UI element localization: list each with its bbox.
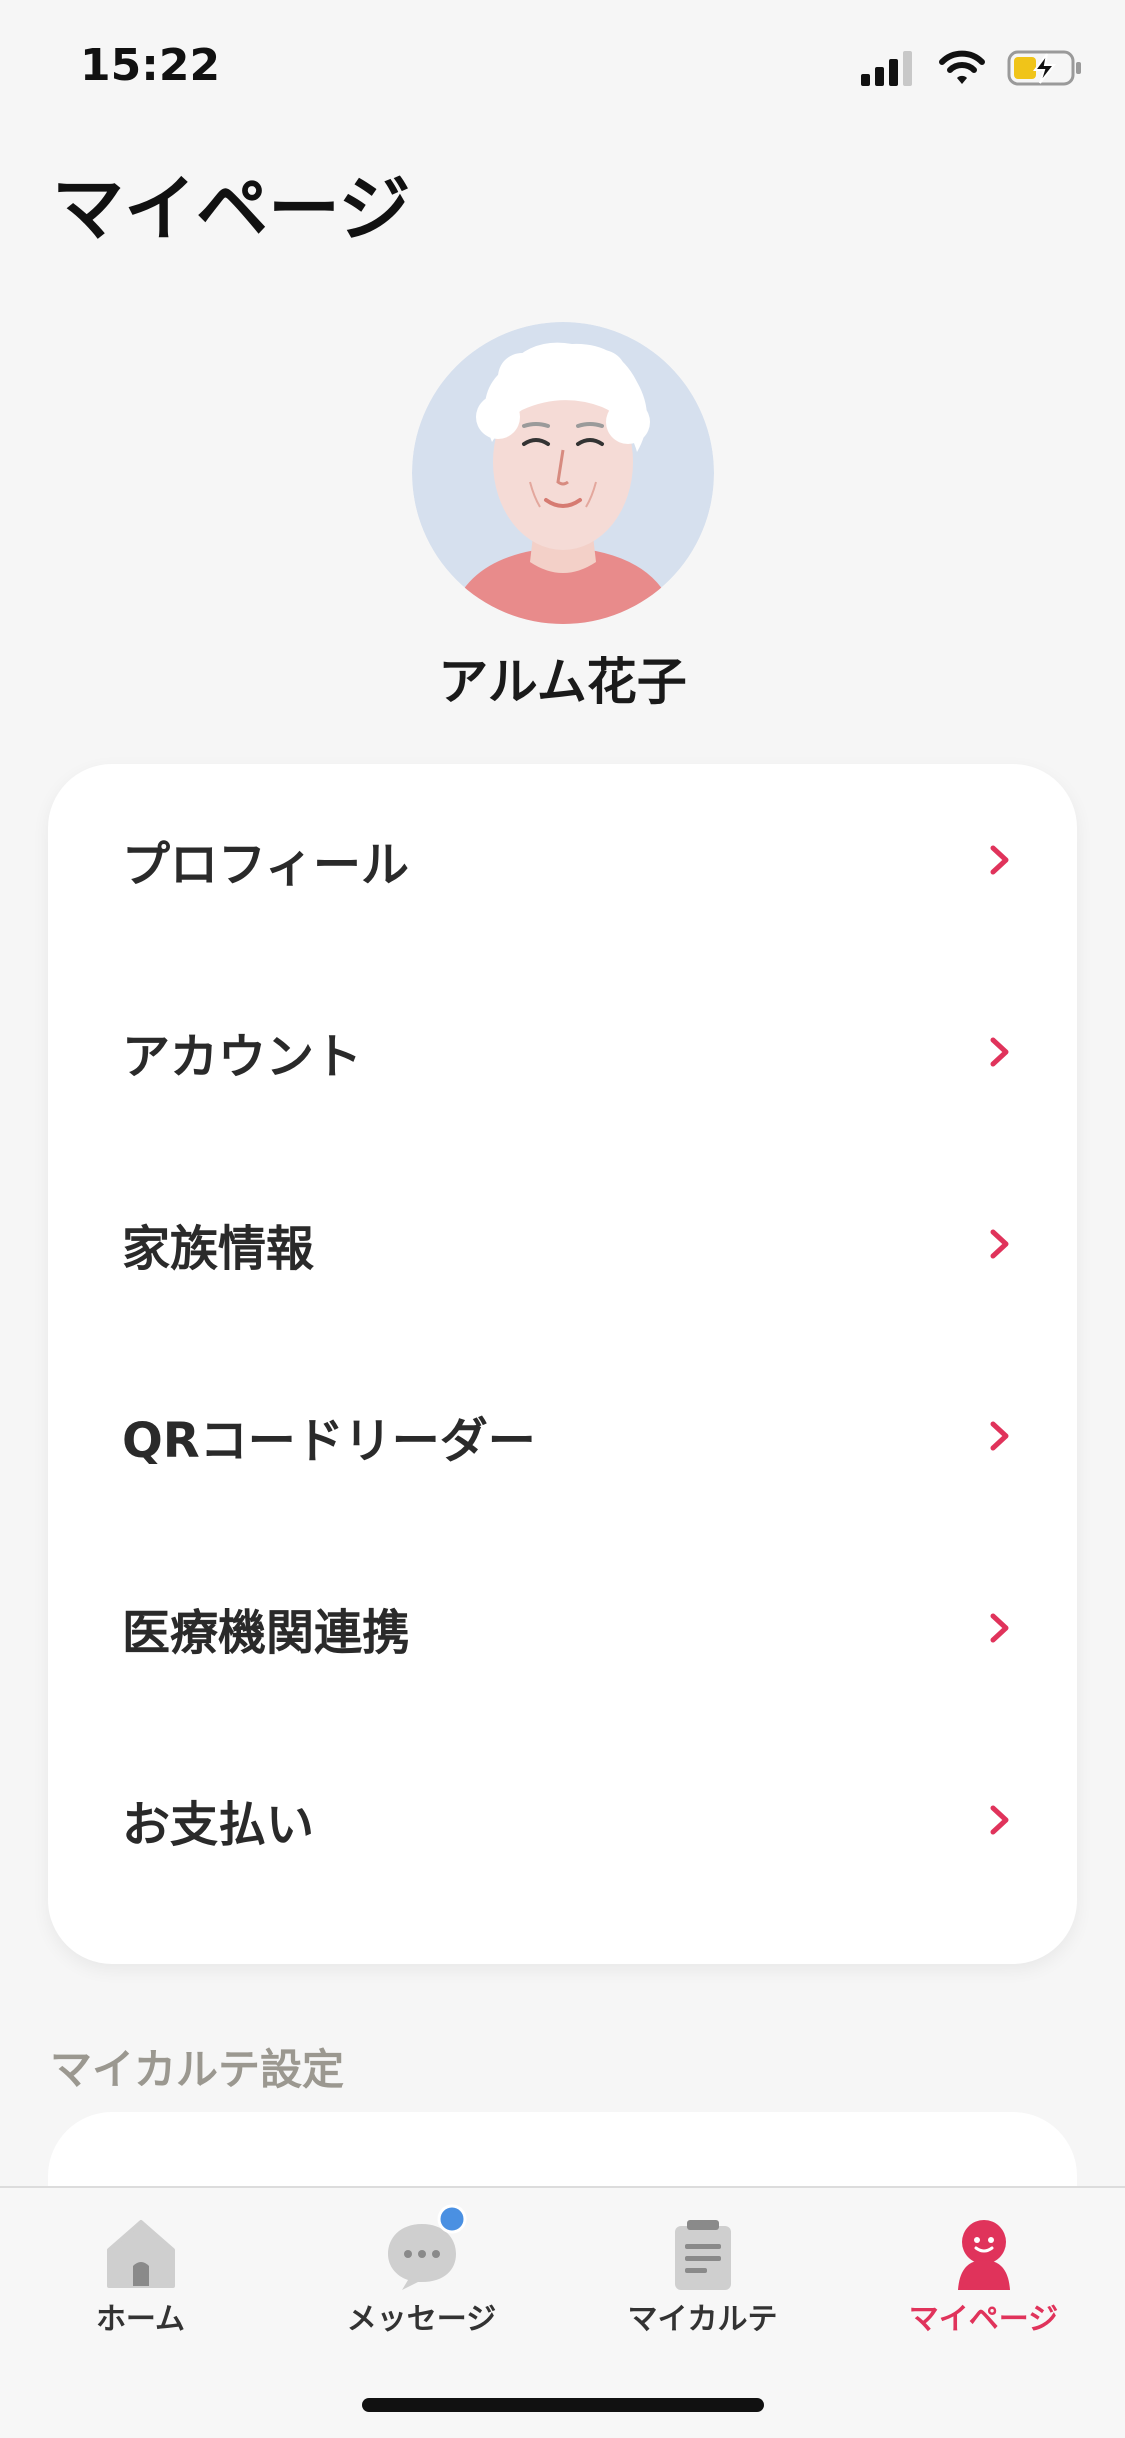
tab-my-page[interactable]: マイページ [843, 2188, 1124, 2368]
tab-label: メッセージ [346, 2302, 497, 2337]
menu-card: プロフィール アカウント 家族情報 QRコードリーダー 医療機関連携 お支払い [48, 764, 1077, 1964]
tab-label: マイページ [908, 2302, 1059, 2337]
avatar[interactable] [412, 322, 714, 624]
menu-item-label: 医療機関連携 [122, 1605, 411, 1661]
status-bar: 15:22 [0, 0, 1125, 140]
menu-item-qr-reader[interactable]: QRコードリーダー [48, 1340, 1077, 1532]
menu-item-medical-institution[interactable]: 医療機関連携 [48, 1532, 1077, 1724]
user-name: アルム花子 [438, 653, 687, 711]
unread-badge-icon [437, 2204, 467, 2234]
tab-home[interactable]: ホーム [0, 2188, 281, 2368]
chevron-right-icon [990, 1037, 1009, 1067]
chevron-right-icon [990, 1421, 1009, 1451]
chevron-right-icon [990, 845, 1009, 875]
chevron-right-icon [990, 1805, 1009, 1835]
wifi-icon [939, 50, 985, 84]
menu-item-label: お支払い [122, 1797, 315, 1853]
menu-item-payment[interactable]: お支払い [48, 1724, 1077, 1916]
signal-icon [861, 51, 912, 86]
tab-my-karte[interactable]: マイカルテ [562, 2188, 843, 2368]
menu-item-account[interactable]: アカウント [48, 956, 1077, 1148]
chevron-right-icon [990, 1613, 1009, 1643]
page-title: マイページ [52, 167, 411, 251]
menu-item-family-info[interactable]: 家族情報 [48, 1148, 1077, 1340]
section-label-karte-settings: マイカルテ設定 [50, 2045, 345, 2094]
avatar-illustration [412, 322, 714, 624]
tab-label: ホーム [95, 2302, 186, 2337]
menu-item-label: 家族情報 [122, 1221, 315, 1277]
house-icon [106, 2220, 175, 2288]
menu-item-label: アカウント [122, 1029, 363, 1085]
menu-item-profile[interactable]: プロフィール [48, 764, 1077, 956]
menu-item-label: プロフィール [122, 837, 410, 893]
status-icons [861, 46, 1083, 90]
tab-messages[interactable]: メッセージ [281, 2188, 562, 2368]
status-time: 15:22 [80, 40, 221, 91]
person-icon [957, 2220, 1010, 2290]
clipboard-icon [674, 2220, 731, 2290]
chevron-right-icon [990, 1229, 1009, 1259]
menu-item-label: QRコードリーダー [122, 1413, 536, 1469]
home-indicator[interactable] [362, 2398, 764, 2412]
battery-icon [1007, 50, 1081, 86]
tab-label: マイカルテ [627, 2302, 778, 2337]
